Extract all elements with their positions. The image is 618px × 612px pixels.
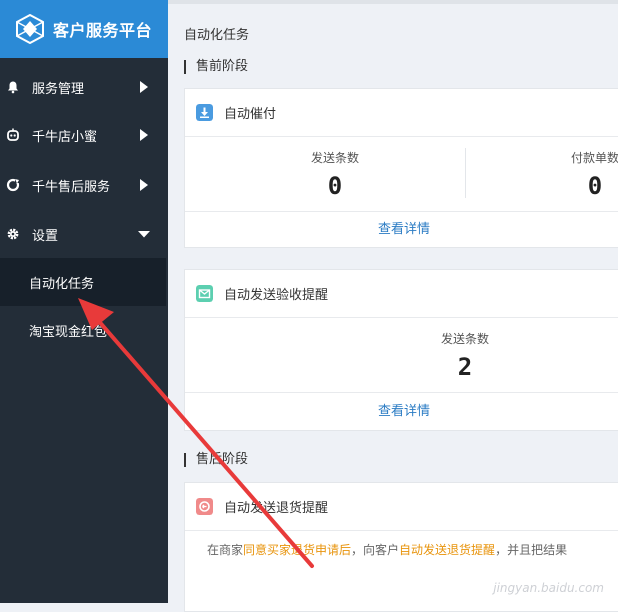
stat-label: 发送条数: [440, 332, 489, 346]
sidebar-item-label: 服务管理: [32, 81, 85, 97]
view-details-link[interactable]: 查看详情: [378, 404, 430, 419]
sidebar-item-after-sales[interactable]: 千牛售后服务: [0, 161, 168, 209]
sidebar-item-qianniu-assistant[interactable]: 千牛店小蜜: [0, 111, 168, 159]
bell-icon: [8, 81, 18, 94]
card-title: 自动发送退货提醒: [224, 501, 329, 516]
card-title: 自动发送验收提醒: [224, 288, 329, 303]
desc-text: 在商家: [207, 543, 244, 557]
refresh-icon: [6, 178, 20, 192]
stat-divider: [465, 148, 466, 198]
card-auto-acceptance-reminder: 自动发送验收提醒 发送条数 2 查看详情: [184, 269, 618, 431]
page-title: 自动化任务: [184, 28, 250, 43]
card-title: 自动催付: [224, 107, 277, 122]
sidebar-item-label: 设置: [32, 228, 59, 244]
robot-icon: [7, 128, 19, 141]
stat-value: 2: [457, 353, 473, 381]
stat-label: 发送条数: [310, 151, 359, 165]
mail-icon: [196, 285, 213, 302]
stat-sent-count: 发送条数 2: [405, 330, 525, 381]
stat-label: 付款单数: [570, 151, 618, 165]
brand-title: 客户服务平台: [53, 21, 153, 40]
sidebar-item-service-management[interactable]: 服务管理: [0, 63, 168, 111]
stat-paid-orders: 付款单数 0: [535, 149, 618, 200]
main-content: 自动化任务 售前阶段 自动催付 发送条数 0 付款单数 0 查看详情 自动发送验…: [168, 0, 618, 612]
download-icon: [196, 104, 213, 121]
view-details-link[interactable]: 查看详情: [378, 222, 430, 237]
stat-value: 0: [327, 172, 343, 200]
sidebar: 客户服务平台 服务管理 千牛店小蜜 千牛售后服务 设置 自动化任务 淘宝现金红包: [0, 0, 168, 603]
desc-highlight: 自动发送退货提醒: [399, 543, 496, 557]
logo-icon: [16, 14, 44, 44]
section-title-presale: 售前阶段: [184, 60, 248, 74]
stat-value: 0: [587, 172, 603, 200]
sidebar-item-label: 千牛店小蜜: [32, 129, 98, 145]
card-description: 在商家同意买家退货申请后，向客户自动发送退货提醒，并且把结果: [207, 541, 567, 558]
sidebar-item-label: 千牛售后服务: [32, 179, 111, 195]
sidebar-subitem-taobao-cash-redpacket[interactable]: 淘宝现金红包: [0, 306, 166, 354]
chevron-right-icon: [140, 179, 148, 191]
card-footer: 查看详情: [185, 392, 618, 432]
top-divider: [168, 0, 618, 4]
stat-sent-count: 发送条数 0: [275, 149, 395, 200]
card-footer: 查看详情: [185, 211, 618, 249]
desc-highlight: 同意买家退货申请后: [243, 543, 352, 557]
card-header: 自动发送验收提醒: [185, 270, 618, 318]
sidebar-item-settings[interactable]: 设置: [0, 210, 168, 258]
brand-header[interactable]: 客户服务平台: [0, 0, 168, 58]
section-title-aftersale: 售后阶段: [184, 453, 248, 467]
return-icon: [196, 498, 213, 515]
chevron-down-icon: [138, 231, 150, 238]
desc-text: ，并且把结果: [495, 543, 568, 557]
chevron-right-icon: [140, 129, 148, 141]
sidebar-subitem-automation-tasks[interactable]: 自动化任务: [0, 258, 166, 306]
desc-text: ，向客户: [351, 543, 400, 557]
card-auto-payment-reminder: 自动催付 发送条数 0 付款单数 0 查看详情: [184, 88, 618, 248]
watermark: jingyan.baidu.com: [493, 581, 604, 595]
chevron-right-icon: [140, 81, 148, 93]
sidebar-subitem-label: 自动化任务: [29, 276, 95, 292]
sidebar-subitem-label: 淘宝现金红包: [29, 324, 108, 340]
gear-icon: [7, 228, 19, 240]
card-header: 自动催付: [185, 89, 618, 137]
card-header: 自动发送退货提醒: [185, 483, 618, 531]
